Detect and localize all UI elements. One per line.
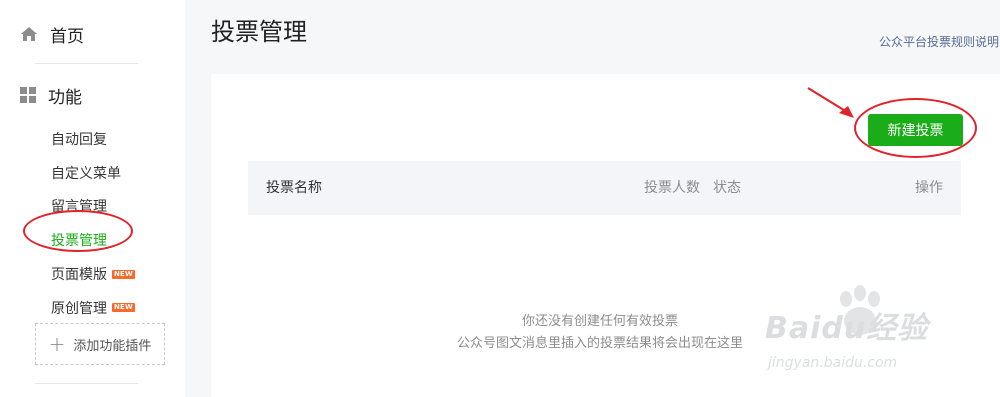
- nav-home[interactable]: 首页: [20, 20, 84, 48]
- column-header-voters: 投票人数: [644, 180, 700, 196]
- sidebar-item-custom-menu[interactable]: 自定义菜单: [51, 156, 135, 190]
- annotation-circle: [23, 210, 133, 252]
- sidebar-item-label: 页面模版: [51, 267, 107, 284]
- column-header-actions: 操作: [915, 180, 943, 196]
- divider: [35, 63, 138, 64]
- table-header: 投票名称 投票人数 状态 操作: [248, 161, 961, 215]
- watermark-url: jingyan.baidu.com: [768, 355, 898, 371]
- home-icon: [21, 27, 37, 41]
- baidu-watermark: Baidu经验 jingyan.baidu.com: [760, 285, 950, 385]
- nav-home-label: 首页: [50, 26, 84, 47]
- new-badge: NEW: [112, 269, 135, 279]
- watermark-brand: Baidu经验: [765, 311, 929, 346]
- sidebar-item-page-templates[interactable]: 页面模版 NEW: [51, 257, 135, 291]
- column-header-status: 状态: [713, 180, 741, 196]
- sidebar-item-auto-reply[interactable]: 自动回复: [51, 122, 135, 156]
- column-header-name: 投票名称: [266, 180, 322, 196]
- annotation-circle: [854, 98, 977, 158]
- sidebar-item-label: 自定义菜单: [51, 165, 121, 182]
- page-title: 投票管理: [211, 18, 307, 46]
- annotation-arrow: [807, 87, 854, 118]
- grid-icon: [20, 87, 36, 103]
- section-label: 功能: [48, 87, 82, 108]
- sidebar-item-label: 自动回复: [51, 131, 107, 148]
- rules-link[interactable]: 公众平台投票规则说明: [879, 33, 999, 50]
- divider: [35, 383, 138, 384]
- nav-section-features: 功能: [20, 81, 82, 109]
